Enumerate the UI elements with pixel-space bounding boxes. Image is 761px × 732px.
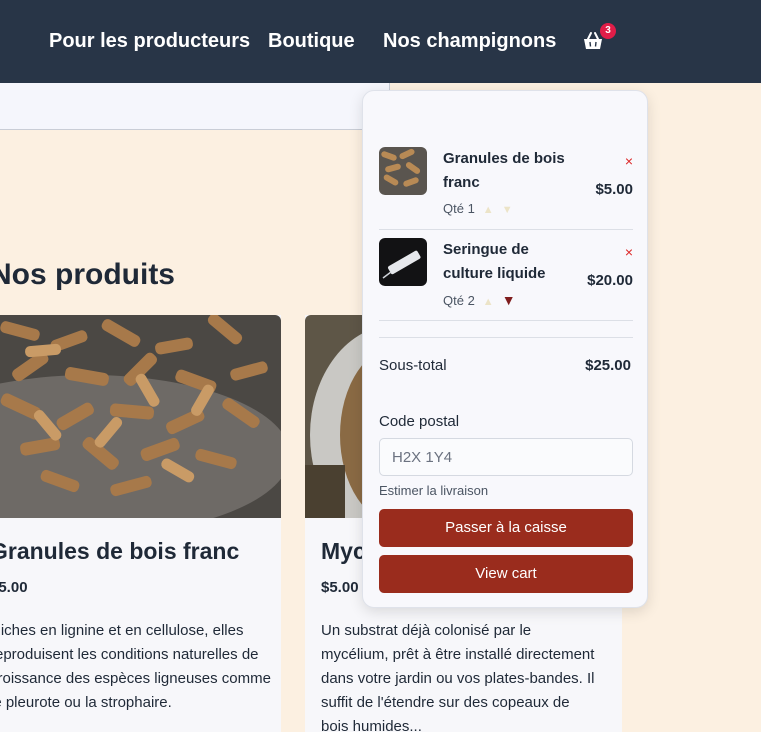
nav-link-producteurs[interactable]: Pour les producteurs	[49, 30, 250, 53]
product-image-granules[interactable]	[0, 315, 281, 518]
quantity-up-icon[interactable]: ▲	[483, 204, 494, 216]
cart-item: Granules de bois franc Qté 1 ▲ ▼ × $5.00	[379, 147, 633, 223]
quantity-up-icon[interactable]: ▲	[483, 296, 494, 308]
subtotal-label: Sous-total	[379, 357, 447, 374]
nav-link-boutique[interactable]: Boutique	[268, 30, 355, 53]
divider	[379, 229, 633, 230]
search-strip	[0, 83, 390, 130]
product-price: $5.00	[321, 579, 359, 596]
cart-item: Seringue de culture liquide Qté 2 ▲ ▼ × $2…	[379, 238, 633, 314]
product-price: $5.00	[0, 579, 28, 596]
mini-cart-panel: Granules de bois franc Qté 1 ▲ ▼ × $5.00 S…	[362, 90, 648, 608]
top-nav-bar: Pour les producteurs Boutique Nos champi…	[0, 0, 761, 83]
cart-item-price: $20.00	[587, 272, 633, 289]
product-description: Riches en lignine et en cellulose, elles…	[0, 622, 271, 711]
divider	[379, 337, 633, 338]
subtotal-value: $25.00	[585, 357, 631, 374]
cart-item-thumbnail[interactable]	[379, 238, 427, 286]
cart-item-quantity: Qté 1 ▲ ▼	[443, 201, 513, 216]
cart-count-badge: 3	[600, 23, 616, 39]
quantity-label: Qté 2	[443, 293, 475, 308]
cart-item-name[interactable]: Granules de bois franc	[443, 147, 573, 195]
nav-link-champignons[interactable]: Nos champignons	[383, 30, 556, 53]
remove-item-icon[interactable]: ×	[625, 153, 633, 169]
quantity-down-icon[interactable]: ▼	[502, 204, 513, 216]
cart-item-price: $5.00	[595, 181, 633, 198]
view-cart-button[interactable]: View cart	[379, 555, 633, 593]
remove-item-icon[interactable]: ×	[625, 244, 633, 260]
product-title[interactable]: Granules de bois franc	[0, 538, 239, 565]
quantity-down-icon[interactable]: ▼	[502, 292, 516, 308]
postal-code-input[interactable]	[379, 438, 633, 476]
quantity-label: Qté 1	[443, 201, 475, 216]
cart-button[interactable]: 3	[580, 23, 620, 58]
postal-code-label: Code postal	[379, 413, 460, 430]
cart-item-thumbnail[interactable]	[379, 147, 427, 195]
estimate-shipping-link[interactable]: Estimer la livraison	[379, 483, 488, 498]
cart-item-name[interactable]: Seringue de culture liquide	[443, 238, 573, 286]
product-description: Un substrat déjà colonisé par le mycéliu…	[321, 622, 595, 732]
divider	[379, 320, 633, 321]
product-card[interactable]: Granules de bois franc $5.00 Riches en l…	[0, 315, 281, 732]
section-title: Nos produits	[0, 258, 175, 291]
checkout-button[interactable]: Passer à la caisse	[379, 509, 633, 547]
cart-item-quantity: Qté 2 ▲ ▼	[443, 292, 516, 308]
